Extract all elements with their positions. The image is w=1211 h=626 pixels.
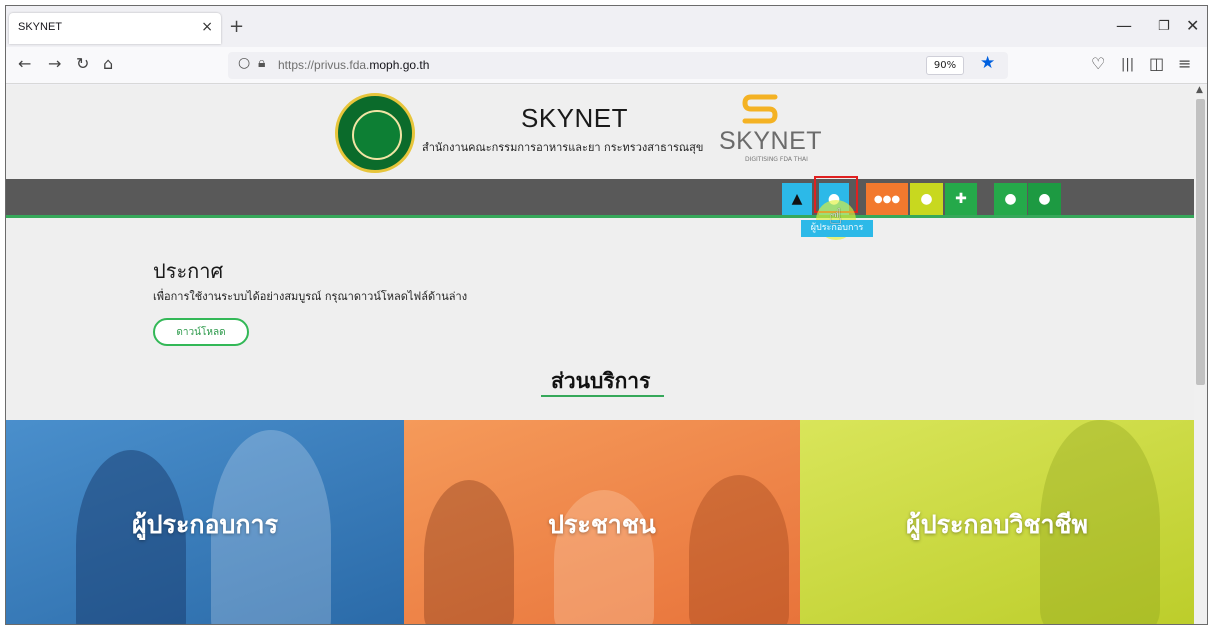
scroll-up-icon[interactable]: ▲ xyxy=(1196,85,1203,95)
menu-home-button[interactable]: ▲ xyxy=(782,183,812,215)
minimize-icon[interactable]: — xyxy=(1116,16,1132,35)
site-title: SKYNET xyxy=(521,103,629,133)
tab-bar: SKYNET × + — ❐ ✕ xyxy=(6,6,1207,47)
skynet-brand-word: SKYNET xyxy=(719,127,823,155)
announcement-title: ประกาศ xyxy=(153,259,224,283)
skynet-tagline: DIGITISING FDA THAI xyxy=(745,156,808,163)
scroll-thumb[interactable] xyxy=(1196,99,1205,385)
menu-public-button[interactable]: ●●● xyxy=(866,183,908,215)
menu-staff-button[interactable]: ● xyxy=(1028,183,1061,215)
services-title-underline xyxy=(541,395,664,397)
staff-icon: ● xyxy=(1038,191,1051,207)
page-viewport: SKYNET สำนักงานคณะกรรมการอาหารและยา กระท… xyxy=(6,85,1194,624)
forward-icon[interactable]: → xyxy=(48,54,61,73)
menu-professional-button[interactable]: ● xyxy=(910,183,943,215)
shield-icon[interactable]: ○ xyxy=(238,55,250,71)
navigation-toolbar: ← → ↻ ⌂ ○ 🔒︎ https://privus.fda.moph.go.… xyxy=(6,47,1207,84)
card-public[interactable]: ประชาชน xyxy=(404,420,800,624)
back-icon[interactable]: ← xyxy=(18,54,31,73)
service-cards: ผู้ประกอบการ ประชาชน ผู้ประกอบวิชาชีพ xyxy=(6,420,1194,624)
menu-icon[interactable]: ≡ xyxy=(1178,54,1191,73)
browser-window: SKYNET × + — ❐ ✕ ← → ↻ ⌂ ○ 🔒︎ https://pr… xyxy=(5,5,1208,625)
sidebar-icon[interactable]: ◫ xyxy=(1149,54,1164,73)
card-entrepreneur-label: ผู้ประกอบการ xyxy=(132,510,278,539)
url-text: https://privus.fda.moph.go.th xyxy=(278,58,430,72)
caduceus-icon: ✚ xyxy=(955,191,967,207)
card-professional[interactable]: ผู้ประกอบวิชาชีพ xyxy=(800,420,1194,624)
zoom-level[interactable]: 90% xyxy=(926,56,964,75)
close-window-icon[interactable]: ✕ xyxy=(1186,16,1199,35)
address-bar[interactable]: ○ 🔒︎ https://privus.fda.moph.go.th 90% ★ xyxy=(228,52,1008,79)
mountain-icon: ▲ xyxy=(791,191,803,207)
menu-medical-button[interactable]: ✚ xyxy=(945,183,977,215)
card-professional-label: ผู้ประกอบวิชาชีพ xyxy=(906,510,1088,539)
tab-title: SKYNET xyxy=(18,21,63,33)
skynet-s-logo xyxy=(742,94,778,124)
announcement-description: เพื่อการใช้งานระบบได้อย่างสมบูรณ์ กรุณาด… xyxy=(153,290,468,303)
reload-icon[interactable]: ↻ xyxy=(76,54,89,73)
hand-cursor-icon: ☝ xyxy=(829,205,843,230)
card-entrepreneur[interactable]: ผู้ประกอบการ xyxy=(6,420,404,624)
site-header: SKYNET สำนักงานคณะกรรมการอาหารและยา กระท… xyxy=(6,85,1194,179)
library-icon[interactable]: ||| xyxy=(1121,57,1134,72)
site-subtitle: สำนักงานคณะกรรมการอาหารและยา กระทรวงสาธา… xyxy=(422,141,704,154)
page-scrollbar[interactable]: ▲ xyxy=(1194,85,1207,624)
card-public-label: ประชาชน xyxy=(548,510,656,539)
bookmark-star-icon[interactable]: ★ xyxy=(980,53,995,73)
restore-icon[interactable]: ❐ xyxy=(1158,19,1170,34)
download-button[interactable]: ดาวน์โหลด xyxy=(153,318,249,346)
menu-officer-button[interactable]: ● xyxy=(994,183,1027,215)
tab-close-icon[interactable]: × xyxy=(201,19,213,35)
professional-icon: ● xyxy=(920,191,933,207)
lock-icon[interactable]: 🔒︎ xyxy=(258,55,265,71)
group-icon: ●●● xyxy=(873,193,901,205)
home-icon[interactable]: ⌂ xyxy=(103,54,113,73)
fda-seal-logo xyxy=(335,93,415,173)
tab-skynet[interactable]: SKYNET × xyxy=(9,13,221,44)
officer-icon: ● xyxy=(1004,191,1017,207)
services-title: ส่วนบริการ xyxy=(551,369,651,393)
new-tab-icon[interactable]: + xyxy=(229,16,244,37)
pocket-icon[interactable]: ♡ xyxy=(1091,54,1105,73)
main-menu-bar: ▲ ● ●●● ● ✚ ● ● xyxy=(6,179,1194,218)
